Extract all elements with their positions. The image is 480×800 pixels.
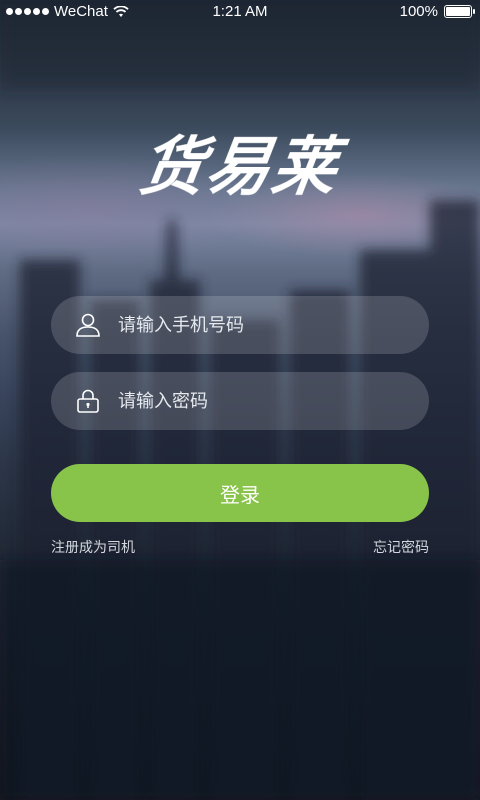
password-input[interactable]	[118, 390, 429, 412]
user-icon	[73, 310, 103, 340]
app-logo: 货易莱	[134, 131, 344, 205]
password-field[interactable]	[51, 372, 429, 430]
phone-field[interactable]	[51, 296, 429, 354]
battery-percent: 100%	[399, 3, 438, 20]
status-bar: WeChat 1:21 AM 100%	[0, 0, 480, 24]
lock-icon	[73, 386, 103, 416]
forgot-password-link[interactable]: 忘记密码	[373, 537, 429, 557]
phone-input[interactable]	[118, 314, 429, 336]
battery-icon	[444, 5, 475, 18]
register-driver-link[interactable]: 注册成为司机	[51, 537, 135, 557]
login-button[interactable]: 登录	[51, 464, 429, 522]
